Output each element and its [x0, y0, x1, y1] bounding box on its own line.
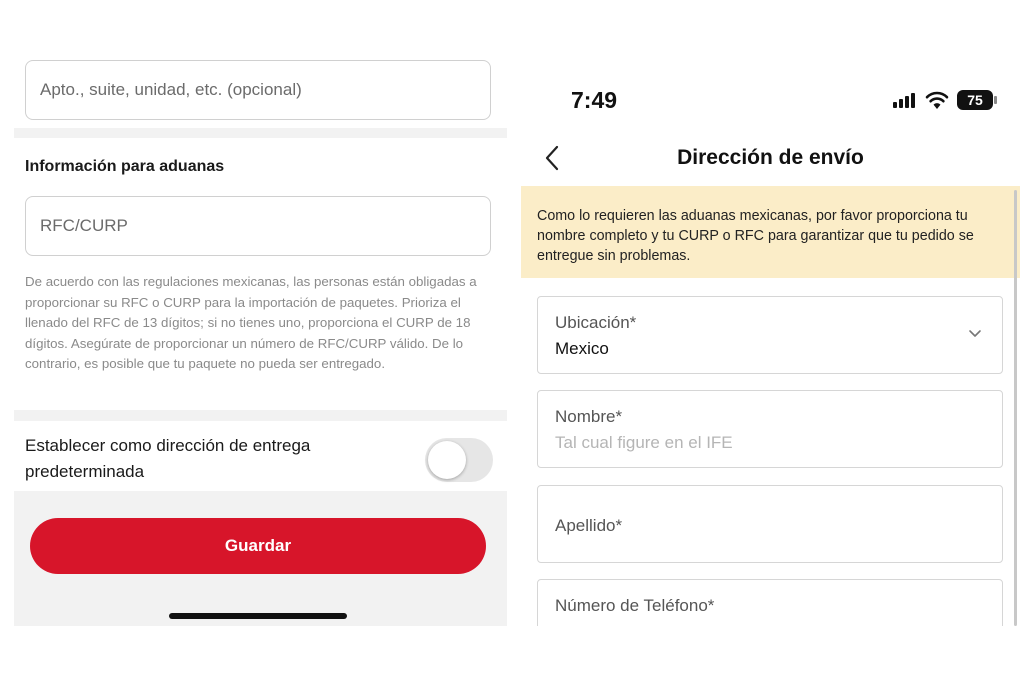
home-indicator	[169, 613, 347, 619]
first-name-label: Nombre*	[555, 407, 623, 426]
default-address-row: Establecer como dirección de entrega pre…	[14, 421, 507, 491]
customs-title: Información para aduanas	[25, 158, 225, 175]
customs-banner: Como lo requieren las aduanas mexicanas,…	[521, 186, 1020, 278]
address-section: Apto., suite, unidad, etc. (opcional)	[14, 40, 507, 128]
default-address-label: Establecer como dirección de entrega pre…	[25, 436, 311, 481]
rfc-curp-placeholder: RFC/CURP	[40, 216, 128, 235]
cellular-signal-icon	[893, 92, 917, 108]
scrollbar[interactable]	[1014, 190, 1017, 626]
battery-tip	[994, 96, 997, 104]
last-name-input[interactable]: Apellido*	[537, 485, 1003, 563]
location-select[interactable]: Ubicación* Mexico	[537, 296, 1003, 374]
right-screen: 7:49 75 Dirección de envío Como lo requi…	[521, 60, 1020, 626]
apartment-input[interactable]: Apto., suite, unidad, etc. (opcional)	[25, 60, 491, 120]
last-name-label: Apellido*	[555, 516, 623, 535]
customs-section: Información para aduanas RFC/CURP De acu…	[14, 138, 507, 410]
apartment-placeholder: Apto., suite, unidad, etc. (opcional)	[40, 80, 302, 99]
left-screen: Apto., suite, unidad, etc. (opcional) In…	[14, 40, 507, 626]
toggle-knob	[428, 441, 466, 479]
phone-input[interactable]: Número de Teléfono*	[537, 579, 1003, 626]
save-button[interactable]: Guardar	[30, 518, 486, 574]
location-value: Mexico	[555, 339, 609, 358]
status-time: 7:49	[571, 87, 618, 113]
battery-icon: 75	[957, 90, 993, 110]
first-name-input[interactable]: Nombre* Tal cual figure en el IFE	[537, 390, 1003, 468]
page-title: Dirección de envío	[677, 146, 864, 169]
customs-note: De acuerdo con las regulaciones mexicana…	[25, 274, 477, 372]
default-address-toggle[interactable]	[425, 438, 493, 482]
wifi-icon	[925, 91, 949, 109]
customs-banner-text: Como lo requieren las aduanas mexicanas,…	[537, 208, 974, 264]
chevron-down-icon	[969, 330, 981, 337]
rfc-curp-input[interactable]: RFC/CURP	[25, 196, 491, 256]
location-label: Ubicación*	[555, 313, 637, 332]
first-name-placeholder: Tal cual figure en el IFE	[555, 433, 733, 452]
phone-label: Número de Teléfono*	[555, 596, 715, 615]
